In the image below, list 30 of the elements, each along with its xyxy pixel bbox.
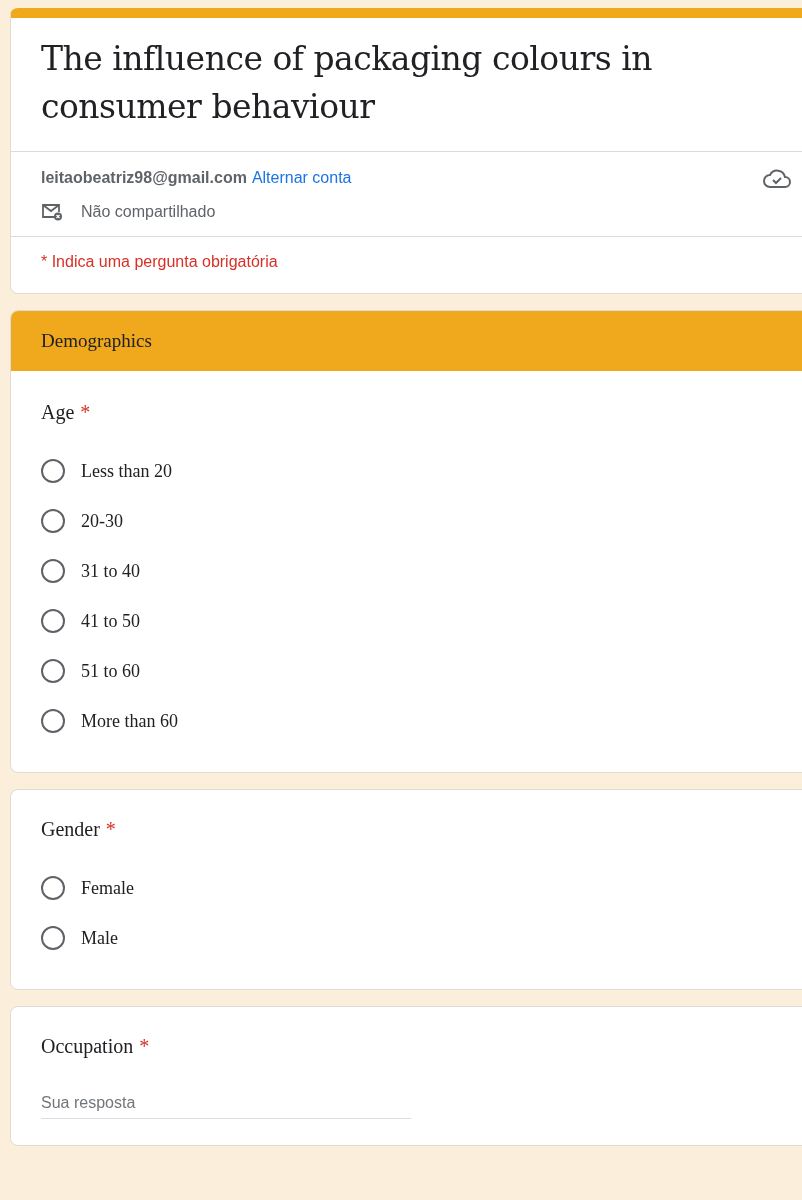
required-asterisk: * — [139, 1035, 150, 1058]
question-title: Occupation — [41, 1035, 134, 1058]
question-title: Age — [41, 401, 75, 424]
option-label: 41 to 50 — [81, 610, 140, 632]
option-label: More than 60 — [81, 710, 178, 732]
radio-button[interactable] — [41, 459, 65, 483]
mail-blocked-icon — [41, 203, 63, 221]
option-label: 31 to 40 — [81, 560, 140, 582]
option-label: Female — [81, 877, 134, 899]
form-title: The influence of packaging colours in consumer behaviour — [11, 18, 802, 152]
required-note: * Indica uma pergunta obrigatória — [40, 252, 279, 272]
required-asterisk: * — [80, 401, 91, 424]
radio-button[interactable] — [41, 926, 65, 950]
required-asterisk: * — [105, 818, 116, 841]
radio-button[interactable] — [41, 559, 65, 583]
radio-button[interactable] — [41, 659, 65, 683]
cloud-saved-icon — [763, 168, 791, 190]
option-label: Male — [81, 927, 118, 949]
question-title: Gender — [41, 818, 100, 841]
radio-button[interactable] — [41, 876, 65, 900]
account-email: leitaobeatriz98@gmail.com — [41, 169, 247, 187]
option-label: 20-30 — [81, 510, 123, 532]
radio-button[interactable] — [41, 609, 65, 633]
option-label: Less than 20 — [81, 460, 172, 482]
radio-button[interactable] — [41, 709, 65, 733]
switch-account-link[interactable]: Alternar conta — [251, 169, 352, 187]
section-header: Demographics — [11, 311, 802, 371]
option-label: 51 to 60 — [81, 660, 140, 682]
sharing-status: Não compartilhado — [81, 203, 216, 221]
radio-button[interactable] — [41, 509, 65, 533]
